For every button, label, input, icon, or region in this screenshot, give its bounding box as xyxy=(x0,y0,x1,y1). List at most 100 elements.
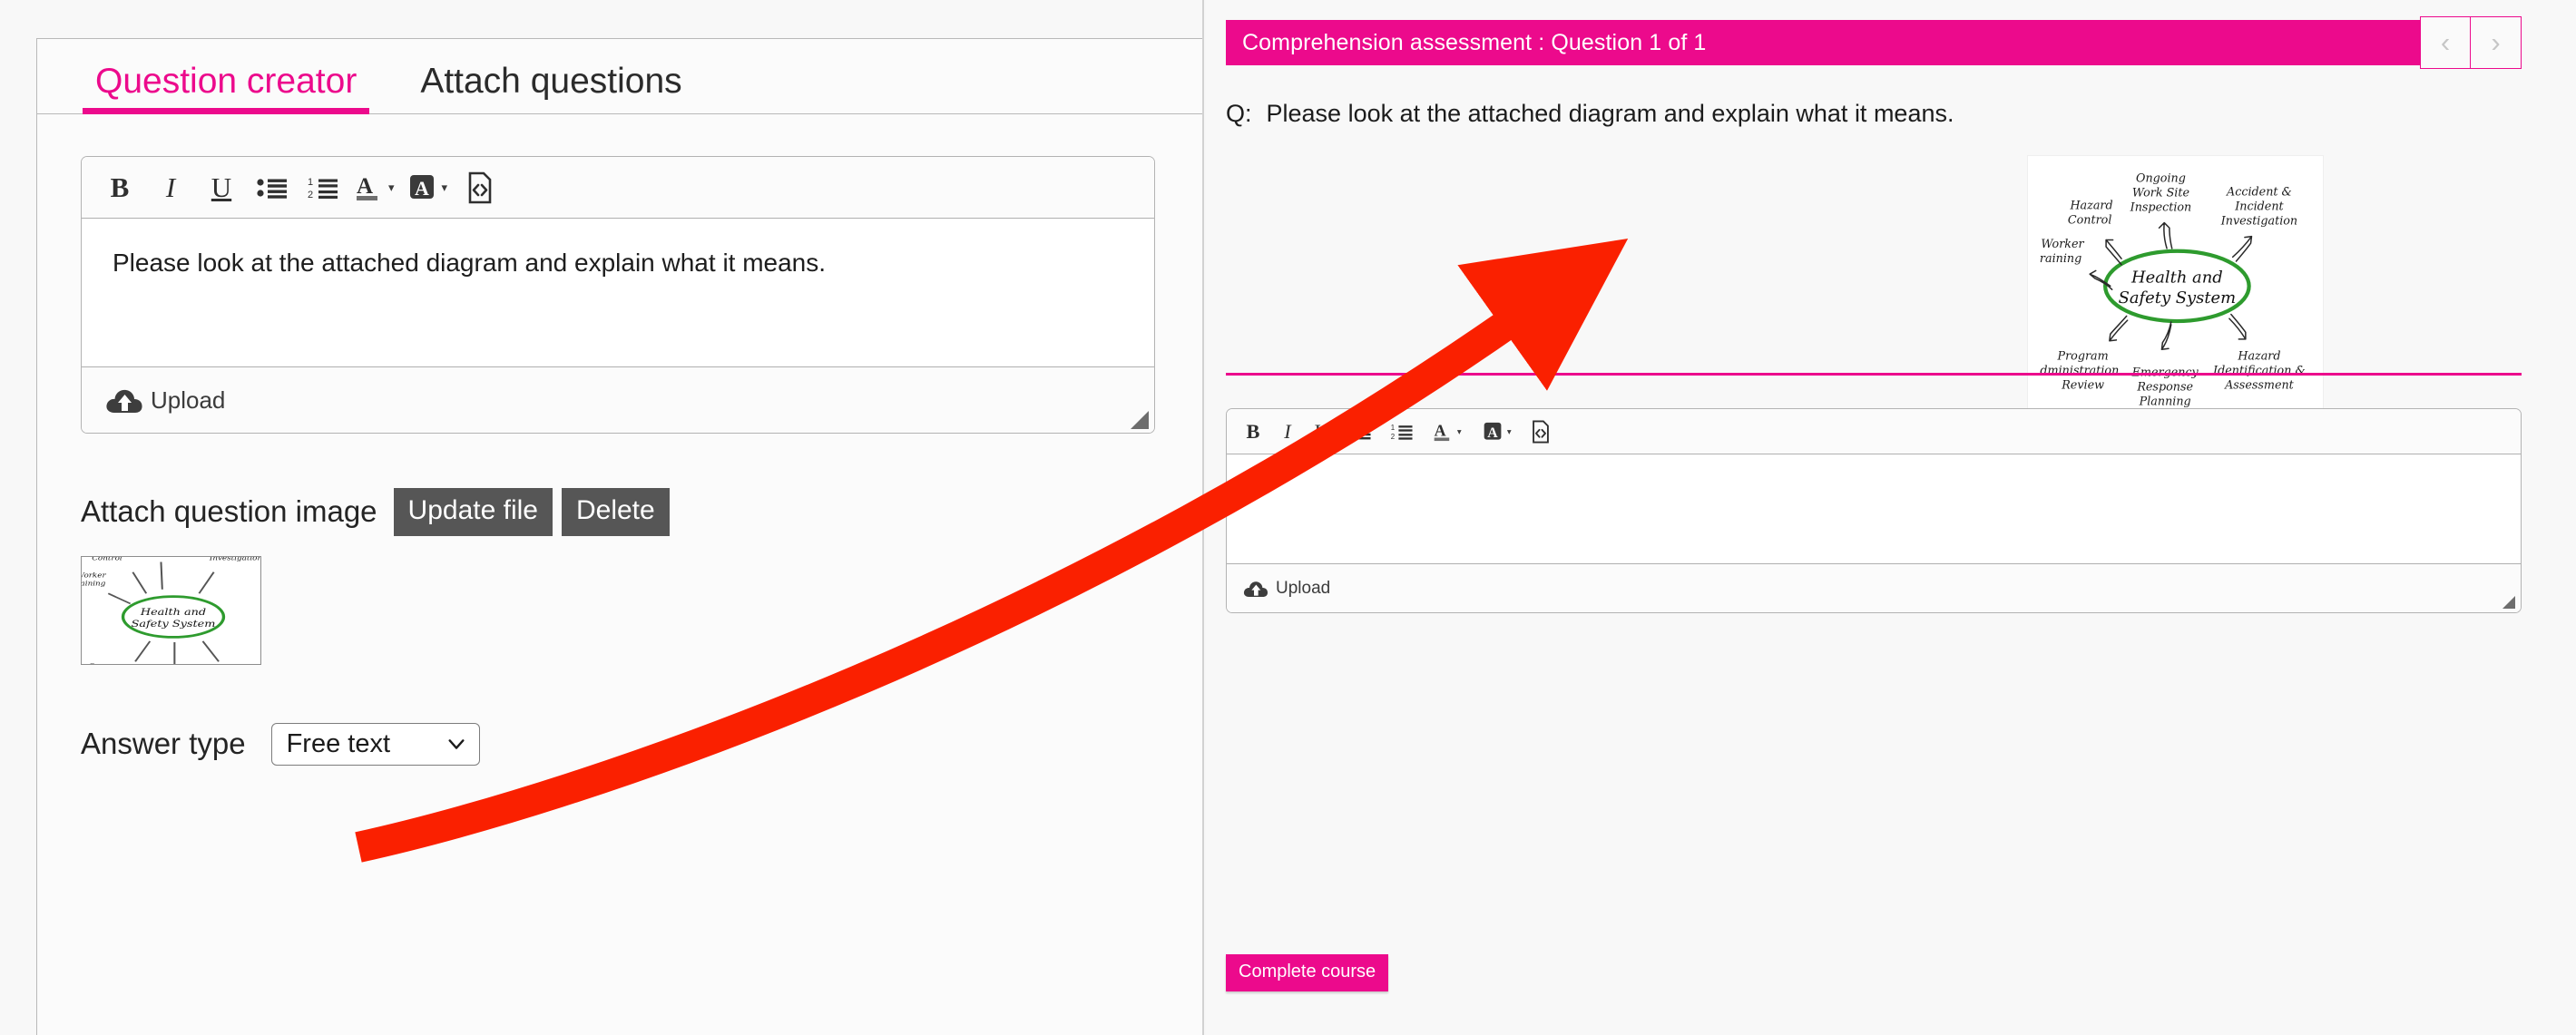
svg-text:Safety System: Safety System xyxy=(132,618,216,630)
question-creator-card: Question creator Attach questions B I U xyxy=(36,38,1202,1035)
numbered-list-icon[interactable]: 1 2 xyxy=(1391,420,1413,442)
svg-text:Accident &: Accident & xyxy=(2226,185,2292,199)
chevron-down-icon[interactable]: ▾ xyxy=(1457,426,1462,437)
answer-text-input[interactable] xyxy=(1227,454,2521,563)
question-display: Q: Please look at the attached diagram a… xyxy=(1226,100,1954,128)
svg-text:Worker: Worker xyxy=(81,571,107,579)
svg-text:Health and: Health and xyxy=(140,605,207,617)
svg-text:Health and: Health and xyxy=(2130,269,2223,288)
svg-text:1: 1 xyxy=(308,177,313,188)
svg-text:raining: raining xyxy=(81,579,105,586)
svg-text:Assessment: Assessment xyxy=(2224,379,2295,393)
bulleted-list-icon[interactable] xyxy=(254,167,290,209)
answer-editor-footer: Upload xyxy=(1227,563,2521,612)
editor-footer: Upload xyxy=(82,366,1154,433)
italic-icon[interactable]: I xyxy=(152,167,189,209)
svg-text:Inspection: Inspection xyxy=(2130,200,2192,214)
complete-course-button[interactable]: Complete course xyxy=(1226,954,1389,991)
bold-icon[interactable]: B xyxy=(1245,420,1262,443)
svg-text:Identification &: Identification & xyxy=(2212,365,2306,378)
answer-rich-text-editor: B I U 1 2 A ▾ A ▾ Upload xyxy=(1226,408,2522,613)
svg-text:Review: Review xyxy=(2061,379,2104,393)
section-divider xyxy=(1226,373,2522,376)
svg-text:A: A xyxy=(1487,425,1498,440)
answer-editor-resize-handle[interactable] xyxy=(2503,596,2515,609)
svg-text:1: 1 xyxy=(1391,423,1396,431)
chevron-down-icon[interactable]: ▾ xyxy=(442,181,448,195)
svg-text:Investigation: Investigation xyxy=(2220,214,2297,228)
svg-text:Incident: Incident xyxy=(2234,200,2284,213)
svg-text:Worker: Worker xyxy=(2041,238,2084,251)
svg-text:dministration: dministration xyxy=(2040,365,2119,378)
editor-toolbar: B I U 1 2 A ▾ A ▾ xyxy=(82,157,1154,219)
answer-editor-shell: B I U 1 2 A ▾ A ▾ Upload xyxy=(1226,408,2522,613)
bulleted-list-icon[interactable] xyxy=(1349,420,1371,442)
svg-text:raining: raining xyxy=(2040,252,2081,266)
svg-text:Safety System: Safety System xyxy=(2119,288,2237,308)
answer-type-value: Free text xyxy=(286,728,391,758)
question-image-thumbnail[interactable]: Health and Safety System Inspection Haza… xyxy=(81,555,261,665)
learner-preview-pane: Comprehension assessment : Question 1 of… xyxy=(1206,0,2576,1035)
svg-text:Program: Program xyxy=(88,662,124,664)
question-text-input[interactable]: Please look at the attached diagram and … xyxy=(82,219,1154,366)
source-code-icon[interactable] xyxy=(462,167,498,209)
tab-question-creator[interactable]: Question creator xyxy=(83,63,370,114)
answer-type-row: Answer type Free text xyxy=(81,722,1155,766)
underline-icon[interactable]: U xyxy=(1314,420,1331,443)
tab-bar: Question creator Attach questions xyxy=(37,39,1202,114)
text-color-icon[interactable]: A ▾ xyxy=(1434,420,1462,442)
svg-text:Investigation: Investigation xyxy=(209,556,261,561)
question-creator-pane: Question creator Attach questions B I U xyxy=(0,0,1204,1035)
highlight-color-icon[interactable]: A ▾ xyxy=(1483,420,1511,442)
svg-text:Control: Control xyxy=(92,556,122,561)
upload-button[interactable]: Upload xyxy=(1243,579,1330,599)
tab-attach-questions[interactable]: Attach questions xyxy=(407,63,694,113)
chevron-down-icon[interactable]: ▾ xyxy=(388,181,395,195)
question-text: Please look at the attached diagram and … xyxy=(1266,100,1954,127)
svg-text:2: 2 xyxy=(1391,432,1395,440)
svg-text:Work Site: Work Site xyxy=(2132,186,2189,200)
svg-text:Control: Control xyxy=(2068,214,2112,228)
svg-text:Ongoing: Ongoing xyxy=(2136,171,2186,185)
assessment-header: Comprehension assessment : Question 1 of… xyxy=(1226,16,2522,69)
answer-type-select[interactable]: Free text xyxy=(270,722,480,766)
numbered-list-icon[interactable]: 1 2 xyxy=(305,167,341,209)
upload-label: Upload xyxy=(151,386,226,414)
next-question-button[interactable]: › xyxy=(2471,16,2522,69)
chevron-down-icon[interactable]: ▾ xyxy=(1506,426,1511,437)
bold-icon[interactable]: B xyxy=(102,167,138,209)
upload-button[interactable]: Upload xyxy=(105,386,225,415)
previous-question-button[interactable]: ‹ xyxy=(2420,16,2471,69)
thumbnail-image: Health and Safety System Inspection Haza… xyxy=(81,556,261,664)
answer-type-label: Answer type xyxy=(81,727,246,760)
assessment-title: Comprehension assessment : Question 1 of… xyxy=(1242,29,1707,55)
question-nav: ‹ › xyxy=(2420,16,2522,69)
question-rich-text-editor: B I U 1 2 A ▾ A ▾ Please look at the att… xyxy=(81,156,1155,434)
text-color-icon[interactable]: A ▾ xyxy=(356,167,395,209)
upload-label: Upload xyxy=(1276,578,1331,598)
editor-resize-handle[interactable] xyxy=(1131,411,1149,429)
cloud-upload-icon xyxy=(106,389,142,413)
svg-text:A: A xyxy=(1435,421,1446,439)
source-code-icon[interactable] xyxy=(1531,420,1551,443)
answer-editor-toolbar: B I U 1 2 A ▾ A ▾ xyxy=(1227,409,2521,454)
update-file-button[interactable]: Update file xyxy=(393,488,553,536)
chevron-down-icon xyxy=(448,739,465,749)
svg-text:A: A xyxy=(415,177,429,200)
svg-text:Response: Response xyxy=(2136,380,2193,394)
health-safety-diagram-thumb: Health and Safety System Inspection Haza… xyxy=(81,556,261,664)
attach-question-image-row: Attach question image Update file Delete xyxy=(81,488,1155,536)
svg-text:2: 2 xyxy=(308,190,313,200)
question-marker: Q: xyxy=(1226,100,1252,127)
svg-text:Program: Program xyxy=(2057,350,2109,364)
italic-icon[interactable]: I xyxy=(1279,420,1297,443)
svg-text:Hazard: Hazard xyxy=(2069,199,2112,212)
underline-icon[interactable]: U xyxy=(203,167,240,209)
delete-file-button[interactable]: Delete xyxy=(561,488,670,536)
svg-text:Hazard: Hazard xyxy=(2237,350,2280,364)
attach-question-image-label: Attach question image xyxy=(81,494,377,529)
cloud-upload-icon xyxy=(1243,581,1268,597)
question-creator-body: B I U 1 2 A ▾ A ▾ Please look at the att… xyxy=(37,114,1202,766)
svg-text:A: A xyxy=(357,174,373,199)
highlight-color-icon[interactable]: A ▾ xyxy=(409,167,448,209)
